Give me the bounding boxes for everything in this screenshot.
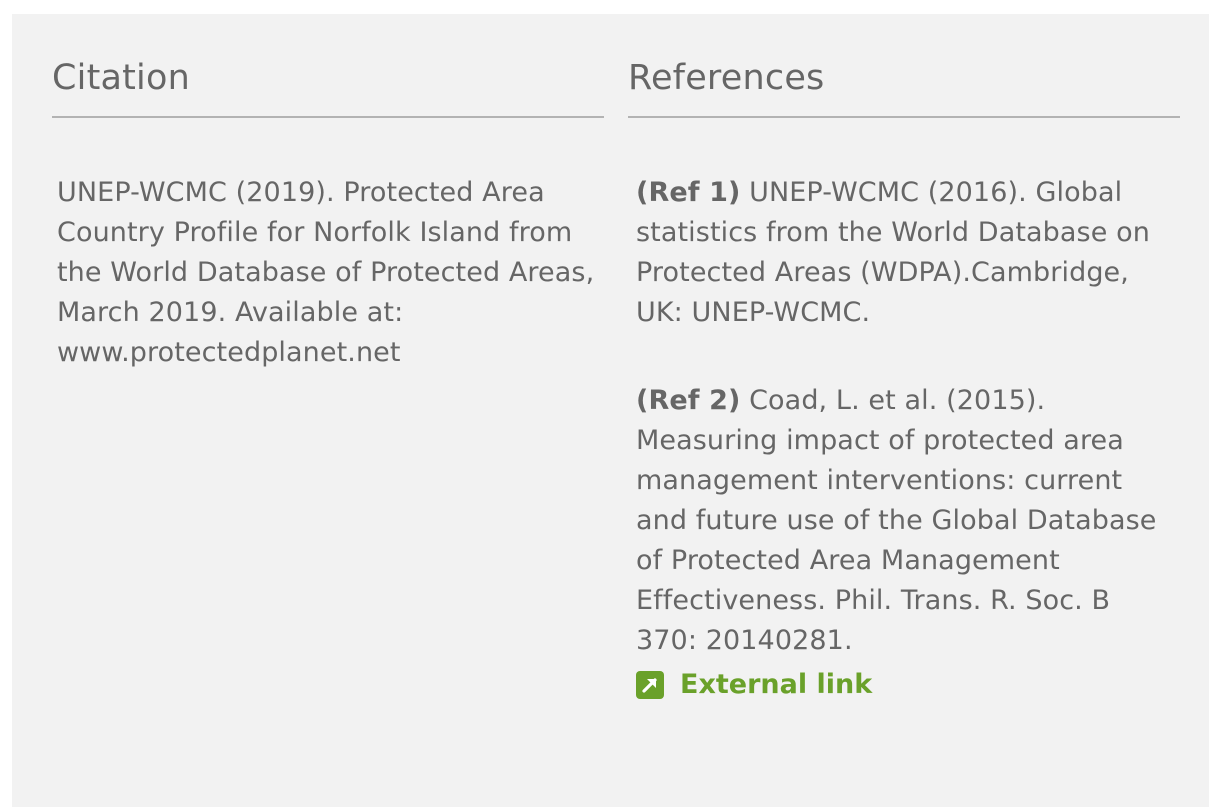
reference-label: (Ref 2) (636, 385, 741, 416)
references-section: References (Ref 1) UNEP-WCMC (2016). Glo… (628, 14, 1180, 703)
reference-text: Coad, L. et al. (2015). Measuring impact… (636, 385, 1157, 656)
references-heading: References (628, 14, 1180, 118)
citation-text: UNEP-WCMC (2019). Protected Area Country… (57, 177, 595, 368)
reference-item-1: (Ref 1) UNEP-WCMC (2016). Global statist… (628, 173, 1166, 333)
citation-references-panel: Citation UNEP-WCMC (2019). Protected Are… (12, 14, 1209, 807)
external-link[interactable]: External link (628, 667, 1180, 703)
reference-label: (Ref 1) (636, 177, 741, 208)
external-link-label: External link (680, 669, 873, 700)
citation-heading: Citation (52, 14, 604, 118)
external-link-icon (636, 671, 664, 699)
reference-item-2: (Ref 2) Coad, L. et al. (2015). Measurin… (628, 381, 1166, 661)
citation-section: Citation UNEP-WCMC (2019). Protected Are… (52, 14, 604, 373)
